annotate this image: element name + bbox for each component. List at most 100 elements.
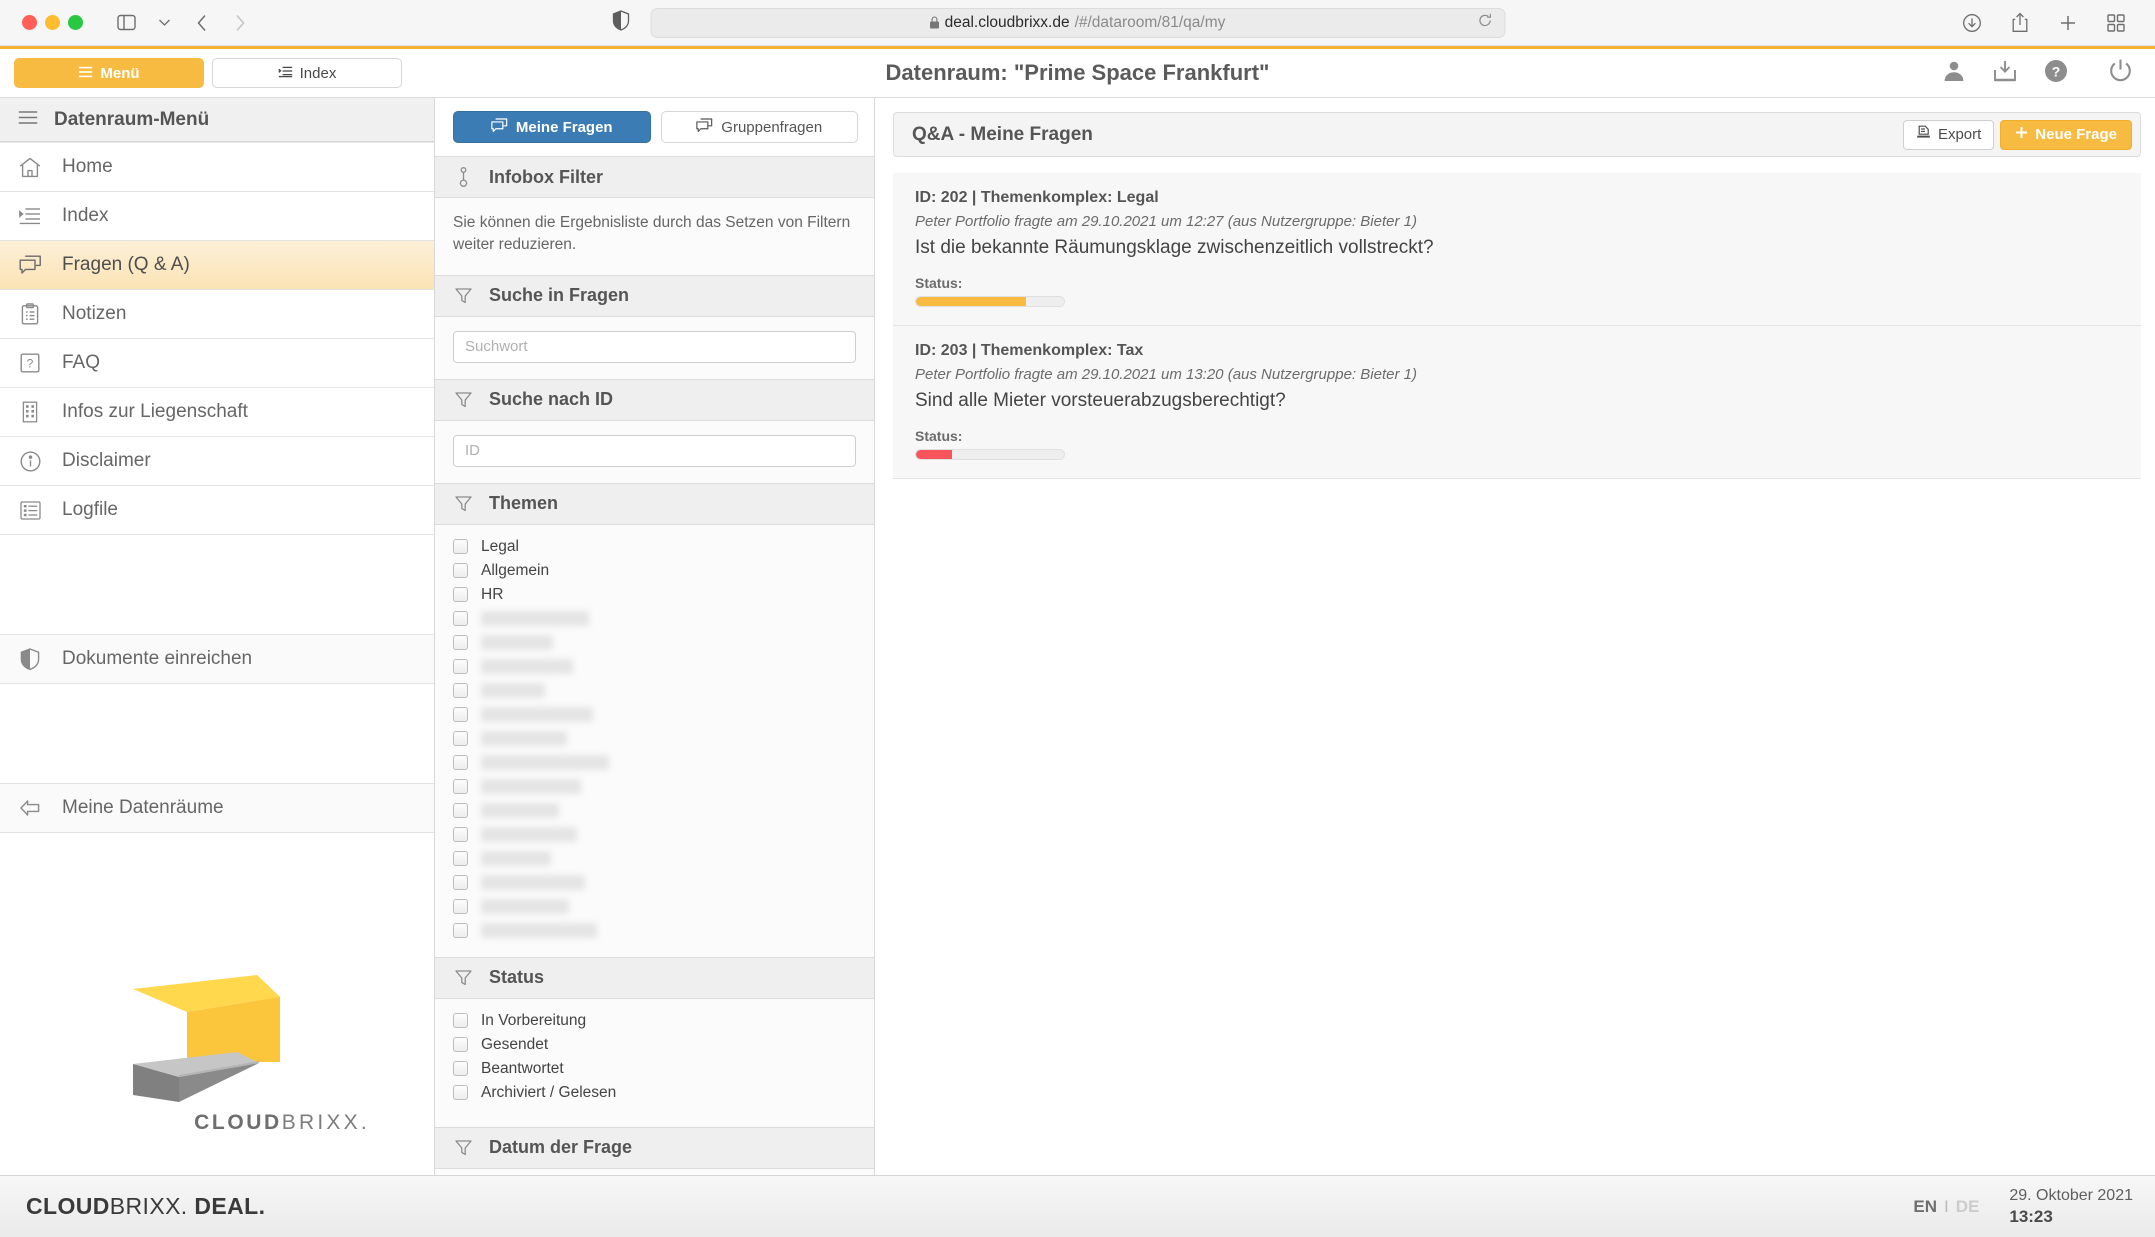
content-area: Q&A - Meine Fragen Export Neue Frage ID:…	[875, 98, 2155, 1175]
themen-option[interactable]	[453, 607, 856, 631]
index-button[interactable]: Index	[212, 58, 402, 88]
themen-checkbox[interactable]	[453, 899, 468, 915]
status-option[interactable]: In Vorbereitung	[453, 1009, 856, 1033]
status-checkbox[interactable]	[453, 1085, 468, 1101]
sidebar-item-logfile[interactable]: Logfile	[0, 486, 434, 535]
themen-option[interactable]	[453, 871, 856, 895]
themen-checkbox[interactable]	[453, 659, 468, 675]
status-option[interactable]: Gesendet	[453, 1033, 856, 1057]
status-option[interactable]: Beantwortet	[453, 1057, 856, 1081]
themen-checkbox[interactable]	[453, 587, 468, 603]
question-card[interactable]: ID: 203 | Themenkomplex: Tax Peter Portfo…	[893, 326, 2141, 479]
themen-checkbox[interactable]	[453, 539, 468, 555]
language-switcher[interactable]: EN I DE	[1913, 1197, 1979, 1217]
power-icon[interactable]	[2108, 58, 2133, 88]
question-text: Ist die bekannte Räumungsklage zwischenz…	[915, 237, 1434, 258]
language-de[interactable]: DE	[1956, 1197, 1980, 1217]
status-checkbox[interactable]	[453, 1013, 468, 1029]
tab-meine-fragen[interactable]: Meine Fragen	[453, 111, 651, 143]
forward-button[interactable]	[223, 8, 257, 38]
sidebar-item-label: Logfile	[62, 499, 118, 520]
themen-checkbox[interactable]	[453, 851, 468, 867]
status-option[interactable]: Archiviert / Gelesen	[453, 1081, 856, 1105]
themen-checkbox[interactable]	[453, 755, 468, 771]
new-tab-icon[interactable]	[2051, 8, 2085, 38]
themen-option[interactable]	[453, 895, 856, 919]
themen-checkbox[interactable]	[453, 923, 468, 939]
themen-checkbox[interactable]	[453, 683, 468, 699]
list-icon	[18, 207, 42, 225]
question-card[interactable]: ID: 202 | Themenkomplex: Legal Peter Port…	[893, 173, 2141, 326]
themen-option[interactable]: Legal	[453, 535, 856, 559]
chevron-down-icon[interactable]	[147, 8, 181, 38]
suche-nach-id-title: Suche nach ID	[489, 389, 614, 410]
question-meta: Peter Portfolio fragte am 29.10.2021 um …	[915, 366, 1417, 383]
themen-checkbox[interactable]	[453, 731, 468, 747]
themen-checkbox[interactable]	[453, 875, 468, 891]
sidebar-item-infos-zur-liegenschaft[interactable]: Infos zur Liegenschaft	[0, 388, 434, 437]
id-search-input[interactable]	[453, 434, 856, 467]
user-icon[interactable]	[1942, 59, 1966, 88]
maximize-window-button[interactable]	[68, 15, 83, 30]
funnel-icon	[453, 969, 473, 986]
themen-option[interactable]	[453, 919, 856, 943]
sidebar-item-notizen[interactable]: Notizen	[0, 290, 434, 339]
themen-option[interactable]	[453, 655, 856, 679]
sidebar-item-faq[interactable]: ? FAQ	[0, 339, 434, 388]
themen-checkbox[interactable]	[453, 707, 468, 723]
sidebar-item-disclaimer[interactable]: Disclaimer	[0, 437, 434, 486]
sidebar-item-home[interactable]: Home	[0, 143, 434, 192]
themen-option[interactable]	[453, 751, 856, 775]
chat-icon	[696, 117, 713, 137]
sidebar-item-index[interactable]: Index	[0, 192, 434, 241]
back-button[interactable]	[185, 8, 219, 38]
minimize-window-button[interactable]	[45, 15, 60, 30]
themen-option[interactable]: HR	[453, 583, 856, 607]
status-checkbox[interactable]	[453, 1037, 468, 1053]
address-bar[interactable]: deal.cloudbrixx.de/#/dataroom/81/qa/my	[650, 7, 1505, 38]
close-window-button[interactable]	[22, 15, 37, 30]
sidebar-gap-2	[0, 684, 434, 784]
status-checkbox[interactable]	[453, 1061, 468, 1077]
window-controls[interactable]	[22, 15, 83, 30]
themen-option-label-redacted	[481, 923, 597, 939]
browser-chrome: deal.cloudbrixx.de/#/dataroom/81/qa/my	[0, 0, 2155, 46]
themen-option-label-redacted	[481, 803, 559, 819]
tab-overview-icon[interactable]	[2099, 8, 2133, 38]
themen-checkbox[interactable]	[453, 779, 468, 795]
themen-option[interactable]	[453, 679, 856, 703]
search-input[interactable]	[453, 330, 856, 363]
tab-gruppenfragen[interactable]: Gruppenfragen	[660, 111, 858, 143]
download-inbox-icon[interactable]	[1992, 59, 2018, 88]
themen-checkbox[interactable]	[453, 563, 468, 579]
shield-icon[interactable]	[612, 9, 629, 36]
content-actions: Export Neue Frage	[1902, 119, 2132, 150]
themen-option[interactable]: Allgemein	[453, 559, 856, 583]
downloads-icon[interactable]	[1955, 8, 1989, 38]
themen-checkbox[interactable]	[453, 803, 468, 819]
themen-option[interactable]	[453, 703, 856, 727]
themen-checkbox[interactable]	[453, 635, 468, 651]
hamburger-icon	[78, 65, 93, 82]
themen-checkbox[interactable]	[453, 827, 468, 843]
new-question-button[interactable]: Neue Frage	[2000, 119, 2132, 150]
sidebar-item-fragen-q-a[interactable]: Fragen (Q & A)	[0, 241, 434, 290]
share-icon[interactable]	[2003, 8, 2037, 38]
help-icon[interactable]: ?	[2044, 59, 2068, 88]
content-header: Q&A - Meine Fragen Export Neue Frage	[893, 112, 2141, 157]
themen-option[interactable]	[453, 631, 856, 655]
export-button[interactable]: Export	[1902, 119, 1995, 150]
themen-checkbox[interactable]	[453, 611, 468, 627]
sidebar-toggle-icon[interactable]	[109, 8, 143, 38]
themen-option[interactable]	[453, 727, 856, 751]
themen-option[interactable]	[453, 775, 856, 799]
home-icon	[18, 157, 42, 178]
sidebar-item-meine-datenraeume[interactable]: Meine Datenräume	[0, 784, 434, 833]
reload-icon[interactable]	[1477, 13, 1492, 33]
themen-option[interactable]	[453, 823, 856, 847]
themen-option[interactable]	[453, 799, 856, 823]
menu-button[interactable]: Menü	[14, 58, 204, 88]
language-en[interactable]: EN	[1913, 1197, 1937, 1217]
sidebar-item-dokumente-einreichen[interactable]: Dokumente einreichen	[0, 635, 434, 684]
themen-option[interactable]	[453, 847, 856, 871]
